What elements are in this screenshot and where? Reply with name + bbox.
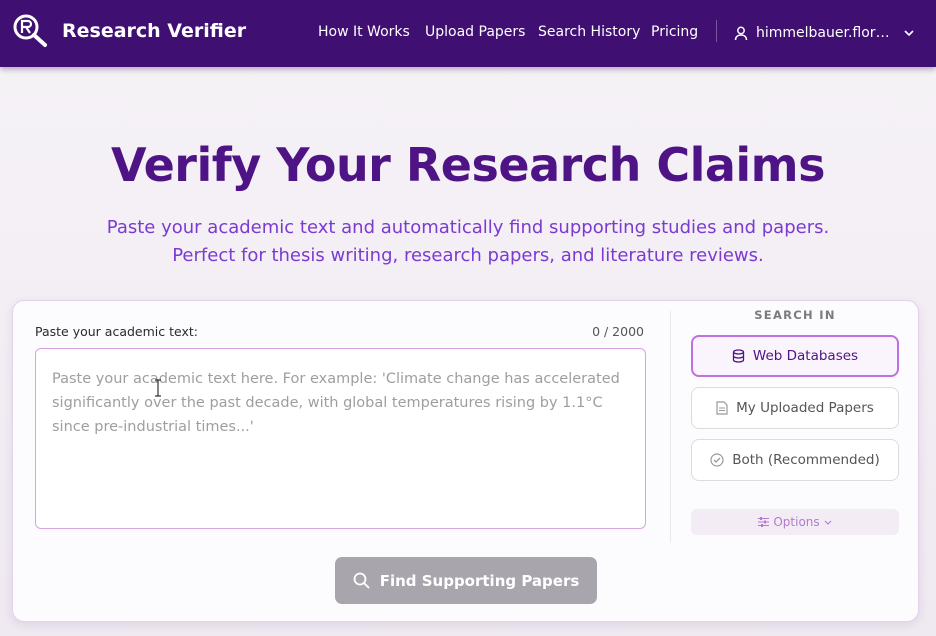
option-label: My Uploaded Papers [736,400,874,416]
find-supporting-papers-button[interactable]: Find Supporting Papers [335,557,597,604]
nav-pricing[interactable]: Pricing [651,24,698,40]
nav-upload-papers[interactable]: Upload Papers [425,24,525,40]
input-label: Paste your academic text: [35,324,198,339]
verify-card: Paste your academic text: 0 / 2000 SEARC… [12,300,919,622]
find-button-label: Find Supporting Papers [379,571,580,590]
document-icon [716,401,728,415]
nav-how-it-works[interactable]: How It Works [318,24,410,40]
nav-divider [716,20,717,42]
top-navbar: Research Verifier How It Works Upload Pa… [0,0,936,67]
academic-text-input[interactable] [36,349,645,528]
search-icon [353,572,370,589]
option-label: Web Databases [752,348,859,364]
text-cursor-icon [155,379,161,397]
search-in-heading: SEARCH IN [754,308,836,322]
check-circle-icon [710,453,724,467]
option-label: Both (Recommended) [732,452,880,468]
user-name: himmelbauer.florian... [756,25,892,41]
nav-search-history[interactable]: Search History [538,24,640,40]
page-title: Verify Your Research Claims [111,138,826,192]
research-logo-icon[interactable] [12,13,50,49]
text-input-wrapper [35,348,646,529]
char-count: 0 / 2000 [592,324,644,339]
chevron-down-icon [904,29,914,36]
database-icon [732,349,745,363]
option-both-recommended[interactable]: Both (Recommended) [691,439,899,481]
brand-name[interactable]: Research Verifier [62,20,246,42]
user-icon [734,26,748,40]
panel-divider [670,311,671,543]
sliders-icon [758,517,770,527]
options-label: Options [773,515,820,529]
option-web-databases[interactable]: Web Databases [691,335,899,377]
page-subtitle: Paste your academic text and automatical… [106,217,830,266]
user-menu[interactable]: himmelbauer.florian... [734,22,924,44]
options-toggle[interactable]: Options [691,509,899,535]
option-my-uploaded-papers[interactable]: My Uploaded Papers [691,387,899,429]
chevron-down-icon [824,520,832,525]
